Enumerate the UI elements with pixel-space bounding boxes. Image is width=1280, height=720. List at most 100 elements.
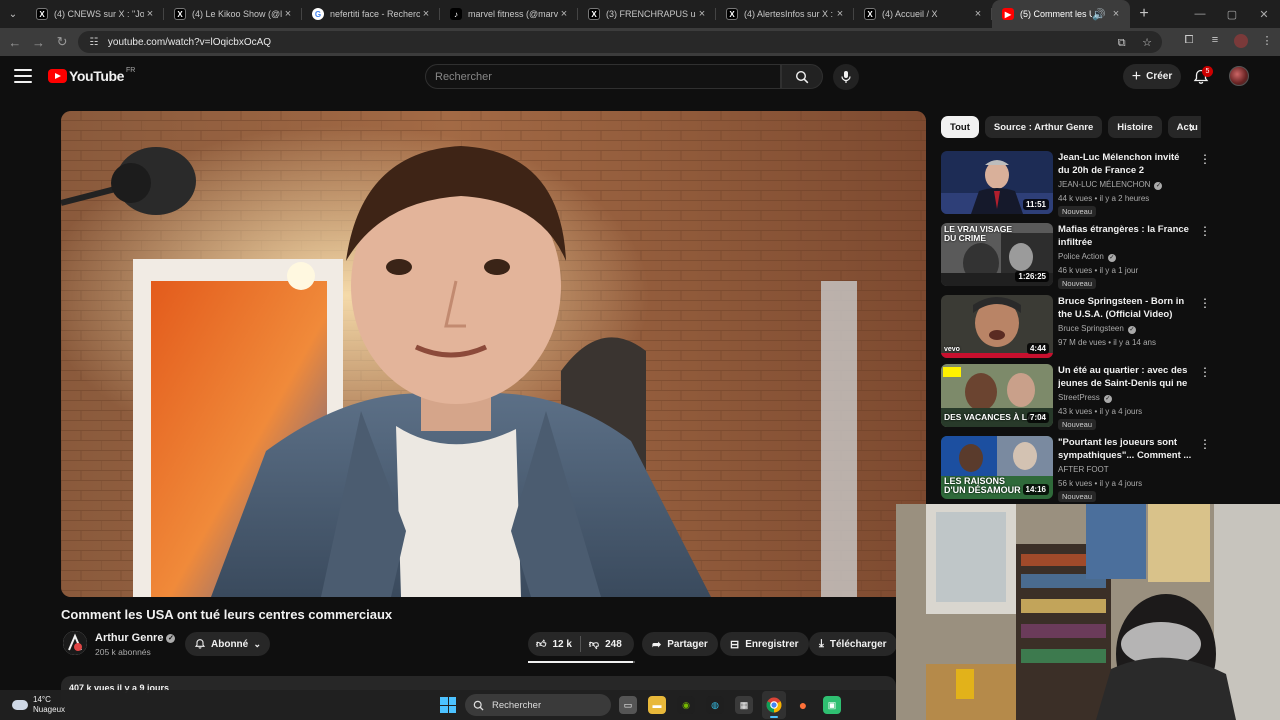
browser-tab[interactable]: X (3) FRENCHRAPUS us sur × <box>578 0 716 28</box>
recommended-video[interactable]: DES VACANCES À LA CI 7:04 Un été au quar… <box>941 364 1216 430</box>
dislike-button[interactable]: 👎︎ 248 <box>581 632 630 656</box>
reload-button[interactable]: ↻ <box>50 28 74 56</box>
windows-start-icon[interactable] <box>440 697 456 713</box>
chevron-right-icon[interactable]: › <box>1183 118 1201 136</box>
recommended-title[interactable]: "Pourtant les joueurs sont sympathiques"… <box>1058 436 1193 462</box>
bookmark-star-icon[interactable]: ☆ <box>1142 37 1152 49</box>
media-controls-icon[interactable]: ≡ <box>1202 34 1228 51</box>
browser-menu-icon[interactable]: ⋮ <box>1254 34 1280 51</box>
chip-history[interactable]: Histoire <box>1108 116 1162 138</box>
browser-toolbar: ← → ↻ ☷ youtube.com/watch?v=lOqicbxOcAQ … <box>0 28 1280 56</box>
firefox-icon[interactable]: ● <box>794 696 812 714</box>
close-icon[interactable]: × <box>558 8 570 20</box>
browser-tab-strip: ⌄ X (4) CNEWS sur X : "Jordan × X (4) Le… <box>0 0 1280 28</box>
chrome-icon[interactable] <box>765 696 783 714</box>
recommended-video[interactable]: LE VRAI VISAGE DU CRIME 1:26:25 Mafias é… <box>941 223 1216 289</box>
speaker-icon[interactable]: 🔊 <box>1092 8 1106 21</box>
create-button[interactable]: + Créer <box>1123 64 1181 89</box>
recommended-video[interactable]: vevo 4:44 Bruce Springsteen - Born in th… <box>941 295 1216 361</box>
voice-search-button[interactable] <box>833 64 859 90</box>
recommended-title[interactable]: Mafias étrangères : la France infiltrée <box>1058 223 1193 249</box>
video-thumbnail[interactable]: 11:51 <box>941 151 1053 214</box>
channel-text: Police Action <box>1058 252 1104 261</box>
browser-tab[interactable]: X (4) AlertesInfos sur X : " × <box>716 0 854 28</box>
edge-icon[interactable]: ◍ <box>706 696 724 714</box>
like-button[interactable]: 👍︎ 12 k <box>528 632 580 656</box>
chip-all[interactable]: Tout <box>941 116 979 138</box>
browser-tab-active[interactable]: ▶ (5) Comment les USA 🔊 × <box>992 0 1130 28</box>
video-thumbnail[interactable]: DES VACANCES À LA CI 7:04 <box>941 364 1053 427</box>
more-actions-icon[interactable]: ⋮ <box>1199 153 1211 167</box>
tab-search-button[interactable]: ⌄ <box>0 0 26 28</box>
close-icon[interactable]: × <box>972 8 984 20</box>
close-icon[interactable]: × <box>282 8 294 20</box>
recommended-title[interactable]: Un été au quartier : avec des jeunes de … <box>1058 364 1193 391</box>
task-view-icon[interactable]: ▭ <box>619 696 637 714</box>
youtube-icon: ▶ <box>1002 8 1014 20</box>
channel-name[interactable]: Arthur Genre ✓ <box>95 632 176 644</box>
search-input[interactable]: Rechercher <box>425 64 781 89</box>
profile-avatar[interactable] <box>1228 33 1254 51</box>
url-text[interactable]: youtube.com/watch?v=lOqicbxOcAQ <box>108 37 1106 48</box>
recommended-channel[interactable]: Police Action ✓ <box>1058 252 1116 262</box>
recommended-channel[interactable]: StreetPress ✓ <box>1058 393 1112 403</box>
subscribe-button[interactable]: Abonné ⌄ <box>185 632 270 656</box>
browser-tab[interactable]: G nefertiti face - Recherche × <box>302 0 440 28</box>
tiktok-icon: ♪ <box>450 8 462 20</box>
maximize-button[interactable]: ▢ <box>1216 0 1248 28</box>
recommended-title[interactable]: Bruce Springsteen - Born in the U.S.A. (… <box>1058 295 1193 321</box>
browser-tab[interactable]: X (4) Le Kikoo Show (@lekiki × <box>164 0 302 28</box>
close-icon[interactable]: × <box>144 8 156 20</box>
close-window-button[interactable]: ✕ <box>1248 0 1280 28</box>
cast-icon[interactable]: ⧉ <box>1118 37 1126 49</box>
more-actions-icon[interactable]: ⋮ <box>1199 225 1211 239</box>
download-button[interactable]: ⤓ Télécharger <box>809 632 897 656</box>
youtube-logo[interactable]: YouTube FR <box>48 67 135 84</box>
recommended-video[interactable]: LES RAISONS D'UN DÉSAMOUR 14:16 "Pourtan… <box>941 436 1216 502</box>
close-icon[interactable]: × <box>420 8 432 20</box>
recommended-channel[interactable]: Bruce Springsteen ✓ <box>1058 324 1136 334</box>
duration-badge: 14:16 <box>1022 484 1049 495</box>
more-actions-icon[interactable]: ⋮ <box>1199 297 1211 311</box>
guide-menu-icon[interactable] <box>14 69 32 85</box>
browser-tab[interactable]: ♪ marvel fitness (@marvel.fi × <box>440 0 578 28</box>
recommended-title[interactable]: Jean-Luc Mélenchon invité du 20h de Fran… <box>1058 151 1193 177</box>
share-button[interactable]: ➦ Partager <box>642 632 718 656</box>
recommended-channel[interactable]: JEAN-LUC MÉLENCHON ✓ <box>1058 180 1163 190</box>
more-actions-icon[interactable]: ⋮ <box>1199 438 1211 452</box>
window-controls: — ▢ ✕ <box>1184 0 1280 28</box>
recommended-channel[interactable]: AFTER FOOT <box>1058 465 1109 474</box>
search-button[interactable] <box>781 64 823 89</box>
video-thumbnail[interactable]: vevo 4:44 <box>941 295 1053 358</box>
taskbar-search[interactable]: Rechercher <box>465 694 611 716</box>
site-info-icon[interactable]: ☷ <box>88 36 100 48</box>
channel-avatar[interactable] <box>63 631 87 655</box>
video-thumbnail[interactable]: LES RAISONS D'UN DÉSAMOUR 14:16 <box>941 436 1053 499</box>
browser-tab[interactable]: X (4) CNEWS sur X : "Jordan × <box>26 0 164 28</box>
more-actions-icon[interactable]: ⋮ <box>1199 366 1211 380</box>
channel-logo-icon <box>63 631 87 655</box>
weather-widget[interactable]: 14°C Nuageux <box>12 695 65 715</box>
store-icon[interactable]: ▦ <box>735 696 753 714</box>
address-bar[interactable]: ☷ youtube.com/watch?v=lOqicbxOcAQ ⧉ ☆ <box>77 31 1162 53</box>
forward-button[interactable]: → <box>27 28 51 56</box>
video-frame <box>61 111 926 597</box>
app-icon[interactable]: ▣ <box>823 696 841 714</box>
back-button[interactable]: ← <box>3 28 27 56</box>
new-tab-button[interactable]: + <box>1130 5 1158 23</box>
minimize-button[interactable]: — <box>1184 0 1216 28</box>
nvidia-icon[interactable]: ◉ <box>677 696 695 714</box>
bookmark-icon: ⊟ <box>730 638 740 651</box>
close-icon[interactable]: × <box>1110 8 1122 20</box>
close-icon[interactable]: × <box>696 8 708 20</box>
file-explorer-icon[interactable]: ▬ <box>648 696 666 714</box>
chip-source[interactable]: Source : Arthur Genre <box>984 116 1103 138</box>
browser-tab[interactable]: X (4) Accueil / X × <box>854 0 992 28</box>
video-thumbnail[interactable]: LE VRAI VISAGE DU CRIME 1:26:25 <box>941 223 1053 286</box>
video-player[interactable] <box>61 111 926 597</box>
close-icon[interactable]: × <box>834 8 846 20</box>
save-button[interactable]: ⊟ Enregistrer <box>720 632 809 656</box>
recommended-video[interactable]: 11:51 Jean-Luc Mélenchon invité du 20h d… <box>941 151 1216 217</box>
extensions-icon[interactable]: ⧠ <box>1176 34 1202 51</box>
account-avatar[interactable] <box>1229 66 1249 86</box>
